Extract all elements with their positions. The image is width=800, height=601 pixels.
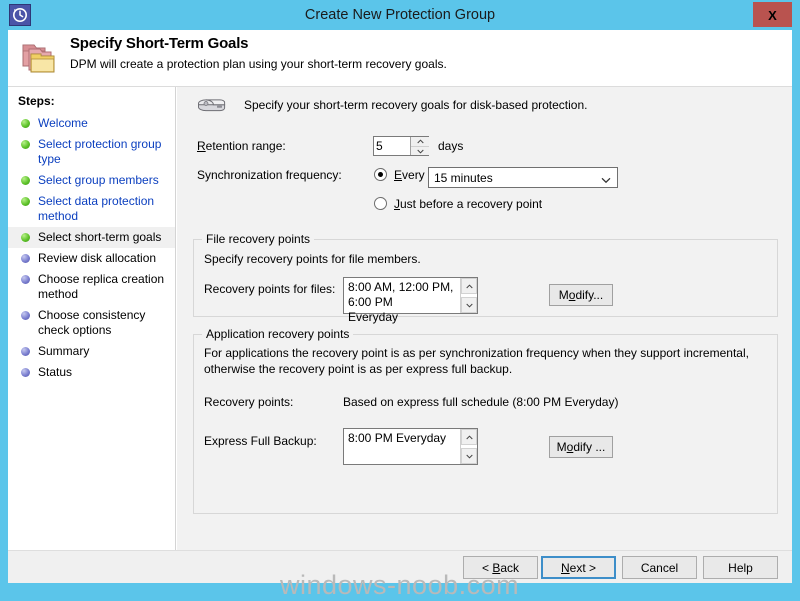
sidebar-item-label: Select group members	[38, 173, 159, 187]
sidebar-item-label: Choose replica creation method	[38, 272, 165, 301]
step-bullet-icon	[21, 254, 30, 263]
wizard-banner: Specify Short-Term Goals DPM will create…	[8, 30, 792, 87]
radio-just-before-recovery-point[interactable]	[374, 197, 387, 210]
radio-every[interactable]	[374, 168, 387, 181]
window-title: Create New Protection Group	[304, 7, 496, 23]
stepper-buttons[interactable]	[410, 137, 429, 155]
sidebar-item-choose-consistency-check-options: Choose consistency check options	[8, 305, 175, 341]
back-button[interactable]: < Back	[463, 556, 538, 579]
disk-drive-icon	[197, 96, 227, 116]
radio-every-label[interactable]: Every	[394, 168, 425, 182]
next-button-label: Next >	[560, 560, 597, 575]
recovery-points-for-files-label: Recovery points for files:	[204, 282, 336, 296]
retention-range-stepper[interactable]	[373, 136, 429, 156]
steps-header: Steps:	[18, 94, 55, 108]
sidebar-item-choose-replica-creation-method: Choose replica creation method	[8, 269, 175, 305]
close-button[interactable]: X	[753, 2, 792, 27]
page-subtitle: DPM will create a protection plan using …	[70, 57, 447, 71]
step-bullet-icon	[21, 197, 30, 206]
scroll-up-icon[interactable]	[461, 278, 477, 294]
sidebar-item-label: Status	[38, 365, 73, 379]
scroll-down-icon[interactable]	[461, 448, 477, 464]
sidebar-item-status: Status	[8, 362, 175, 383]
sidebar-item-label: Select protection group type	[38, 137, 162, 166]
folders-icon	[20, 39, 60, 77]
step-bullet-icon	[21, 347, 30, 356]
sidebar-item-select-short-term-goals[interactable]: Select short-term goals	[8, 227, 175, 248]
steps-sidebar: Steps: Welcome Select protection group t…	[8, 87, 176, 550]
listbox-scrollbar[interactable]	[460, 278, 477, 313]
express-full-backup-label: Express Full Backup:	[204, 434, 317, 448]
chevron-down-icon	[601, 173, 611, 187]
modify-express-full-backup-button[interactable]: Modify ...	[549, 436, 613, 458]
create-protection-group-window: Create New Protection Group X Specify Sh…	[0, 0, 800, 600]
scroll-up-icon[interactable]	[461, 429, 477, 445]
spinner-up-icon[interactable]	[411, 137, 429, 146]
file-recovery-points-group-title: File recovery points	[202, 232, 315, 246]
step-bullet-icon	[21, 368, 30, 377]
modify-file-button-label: Modify...	[558, 288, 604, 302]
sidebar-item-select-protection-group-type[interactable]: Select protection group type	[8, 134, 175, 170]
sidebar-item-label: Review disk allocation	[38, 251, 157, 265]
express-full-backup-listbox[interactable]: 8:00 PM Everyday	[343, 428, 478, 465]
sync-frequency-select[interactable]: 15 minutes	[428, 167, 618, 188]
sidebar-item-select-data-protection-method[interactable]: Select data protection method	[8, 191, 175, 227]
intro-row: Specify your short-term recovery goals f…	[197, 95, 757, 117]
express-full-backup-value: 8:00 PM Everyday	[348, 431, 447, 445]
listbox-scrollbar[interactable]	[460, 429, 477, 464]
dialog-body: Specify Short-Term Goals DPM will create…	[8, 30, 792, 583]
radio-just-before-recovery-point-label[interactable]: Just before a recovery point	[394, 197, 542, 211]
scroll-down-icon[interactable]	[461, 297, 477, 313]
step-bullet-icon	[21, 176, 30, 185]
sidebar-item-welcome[interactable]: Welcome	[8, 113, 175, 134]
content-panel: Specify your short-term recovery goals f…	[177, 87, 792, 550]
modify-file-recovery-points-button[interactable]: Modify...	[549, 284, 613, 306]
back-button-label: < Back	[481, 560, 520, 575]
sync-frequency-label: Synchronization frequency:	[197, 168, 342, 182]
step-bullet-icon	[21, 119, 30, 128]
retention-range-label-rest: etention range:	[205, 139, 286, 153]
recovery-points-for-files-value: 8:00 AM, 12:00 PM, 6:00 PM Everyday	[348, 280, 454, 324]
sidebar-item-summary: Summary	[8, 341, 175, 362]
file-recovery-points-group: File recovery points	[193, 232, 778, 317]
recovery-points-label: Recovery points:	[204, 395, 294, 409]
step-bullet-icon	[21, 233, 30, 242]
content-inner: Specify your short-term recovery goals f…	[188, 87, 789, 550]
sync-frequency-value: 15 minutes	[434, 171, 493, 185]
footer-bar: < Back Next > Cancel Help	[8, 550, 792, 583]
retention-range-unit: days	[438, 139, 464, 153]
steps-list: Welcome Select protection group type Sel…	[8, 113, 175, 383]
spinner-down-icon[interactable]	[411, 146, 429, 155]
file-recovery-description: Specify recovery points for file members…	[204, 252, 421, 266]
retention-range-label: Retention range:	[197, 139, 286, 153]
help-button[interactable]: Help	[703, 556, 778, 579]
intro-text: Specify your short-term recovery goals f…	[244, 98, 588, 112]
title-bar: Create New Protection Group X	[0, 0, 800, 30]
step-bullet-icon	[21, 140, 30, 149]
sidebar-item-review-disk-allocation: Review disk allocation	[8, 248, 175, 269]
modify-express-button-label: Modify ...	[556, 440, 606, 454]
recovery-points-for-files-listbox[interactable]: 8:00 AM, 12:00 PM, 6:00 PM Everyday	[343, 277, 478, 324]
sidebar-item-label: Choose consistency check options	[38, 308, 146, 337]
application-recovery-description: For applications the recovery point is a…	[204, 346, 749, 376]
sidebar-item-label: Summary	[38, 344, 90, 358]
step-bullet-icon	[21, 275, 30, 284]
sidebar-item-label: Select short-term goals	[38, 230, 162, 244]
next-button[interactable]: Next >	[541, 556, 616, 579]
sidebar-item-select-group-members[interactable]: Select group members	[8, 170, 175, 191]
recovery-points-value: Based on express full schedule (8:00 PM …	[343, 395, 619, 409]
cancel-button[interactable]: Cancel	[622, 556, 697, 579]
retention-range-input[interactable]	[374, 137, 410, 155]
page-title: Specify Short-Term Goals	[70, 35, 249, 52]
step-bullet-icon	[21, 311, 30, 320]
sidebar-item-label: Welcome	[38, 116, 88, 130]
sidebar-item-label: Select data protection method	[38, 194, 155, 223]
application-recovery-points-group-title: Application recovery points	[202, 327, 354, 341]
